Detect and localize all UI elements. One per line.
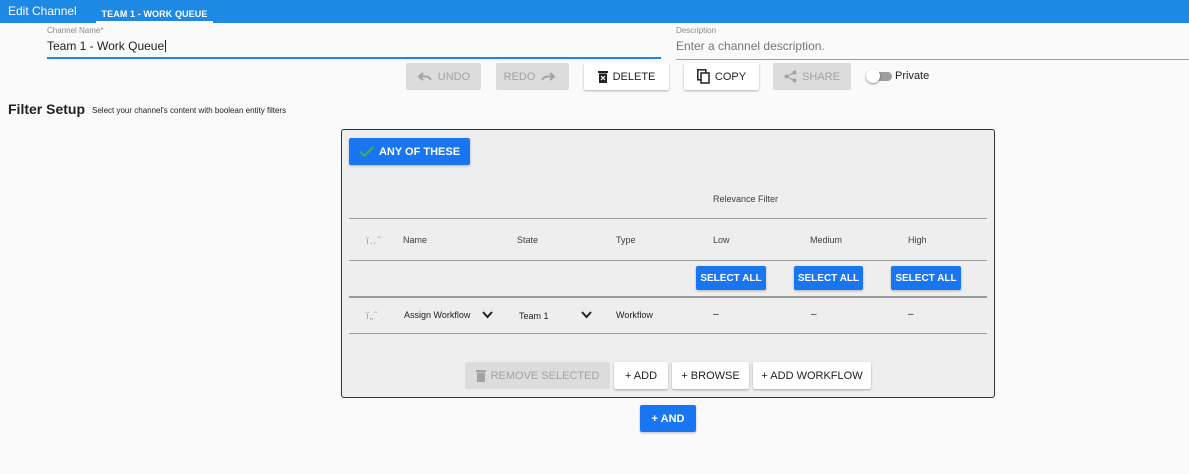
app-header: Edit Channel TEAM 1 - WORK QUEUE <box>0 0 1189 23</box>
undo-label: UNDO <box>437 70 471 83</box>
name-chevron-down-icon[interactable] <box>482 311 493 319</box>
select-all-medium-button[interactable]: SELECT ALL <box>794 266 863 290</box>
toggle-knob <box>866 69 880 83</box>
delete-button[interactable]: DELETE <box>584 63 669 90</box>
private-toggle[interactable] <box>866 69 892 83</box>
share-icon <box>784 70 797 83</box>
remove-selected-label: REMOVE SELECTED <box>490 369 600 382</box>
and-button[interactable]: + AND <box>640 405 696 432</box>
header-divider <box>349 218 987 219</box>
undo-button[interactable]: UNDO <box>406 63 481 90</box>
row-state-value[interactable]: Team 1 <box>519 311 549 321</box>
row-medium-value[interactable]: – <box>811 309 817 320</box>
delete-label: DELETE <box>612 70 656 83</box>
state-chevron-down-icon[interactable] <box>581 311 592 319</box>
description-underline <box>676 59 1189 60</box>
copy-label: COPY <box>714 70 747 83</box>
column-header-medium: Medium <box>810 235 843 245</box>
select-all-low-button[interactable]: SELECT ALL <box>696 266 766 290</box>
column-header-high: High <box>908 235 927 245</box>
channel-name-value: Team 1 - Work Queue <box>47 39 165 53</box>
description-input[interactable] <box>676 38 1181 54</box>
filter-group-panel <box>341 129 995 398</box>
rows-bottom-divider <box>349 333 987 334</box>
row-drag-handle-icon[interactable]: ï„ˆ <box>366 311 378 322</box>
share-label: SHARE <box>802 70 840 83</box>
browse-button[interactable]: + BROWSE <box>672 362 749 389</box>
check-icon <box>359 146 374 157</box>
copy-icon <box>696 69 710 84</box>
text-caret <box>165 40 167 52</box>
redo-button[interactable]: REDO <box>496 63 569 90</box>
trash-icon <box>597 71 608 83</box>
description-label: Description <box>676 26 717 35</box>
filter-setup-title: Filter Setup <box>8 101 86 117</box>
channel-name-label: Channel Name* <box>47 26 104 35</box>
channel-name-input[interactable]: Team 1 - Work Queue <box>47 39 659 53</box>
row-low-value[interactable]: – <box>713 309 719 320</box>
private-label: Private <box>895 70 930 82</box>
filter-setup-subtitle: Select your channel's content with boole… <box>92 106 287 115</box>
select-all-handle-icon[interactable]: ï‥ˆ <box>366 236 382 247</box>
row-name-value: Assign Workflow <box>404 310 471 320</box>
row-type-value: Workflow <box>616 310 653 320</box>
column-header-state: State <box>517 235 539 245</box>
remove-selected-button[interactable]: REMOVE SELECTED <box>465 362 610 389</box>
channel-name-underline <box>47 57 661 59</box>
trash-icon <box>475 370 486 382</box>
redo-icon <box>541 71 556 81</box>
column-header-type: Type <box>616 235 636 245</box>
column-header-name: Name <box>403 235 428 245</box>
page-title: Edit Channel <box>8 4 77 18</box>
add-workflow-button[interactable]: + ADD WORKFLOW <box>753 362 871 389</box>
any-of-these-label: ANY OF THESE <box>378 145 461 158</box>
rows-top-divider <box>349 296 987 298</box>
select-all-high-button[interactable]: SELECT ALL <box>891 266 961 290</box>
any-of-these-button[interactable]: ANY OF THESE <box>349 138 470 165</box>
undo-icon <box>417 71 432 81</box>
relevance-filter-header: Relevance Filter <box>713 194 779 204</box>
column-header-low: Low <box>713 235 730 245</box>
column-divider <box>349 260 987 261</box>
redo-label: REDO <box>503 70 536 83</box>
share-button[interactable]: SHARE <box>773 63 851 90</box>
add-button[interactable]: + ADD <box>614 362 668 389</box>
copy-button[interactable]: COPY <box>684 63 759 90</box>
row-high-value[interactable]: – <box>908 309 914 320</box>
tab-team-1-work-queue[interactable]: TEAM 1 - WORK QUEUE <box>96 5 213 23</box>
